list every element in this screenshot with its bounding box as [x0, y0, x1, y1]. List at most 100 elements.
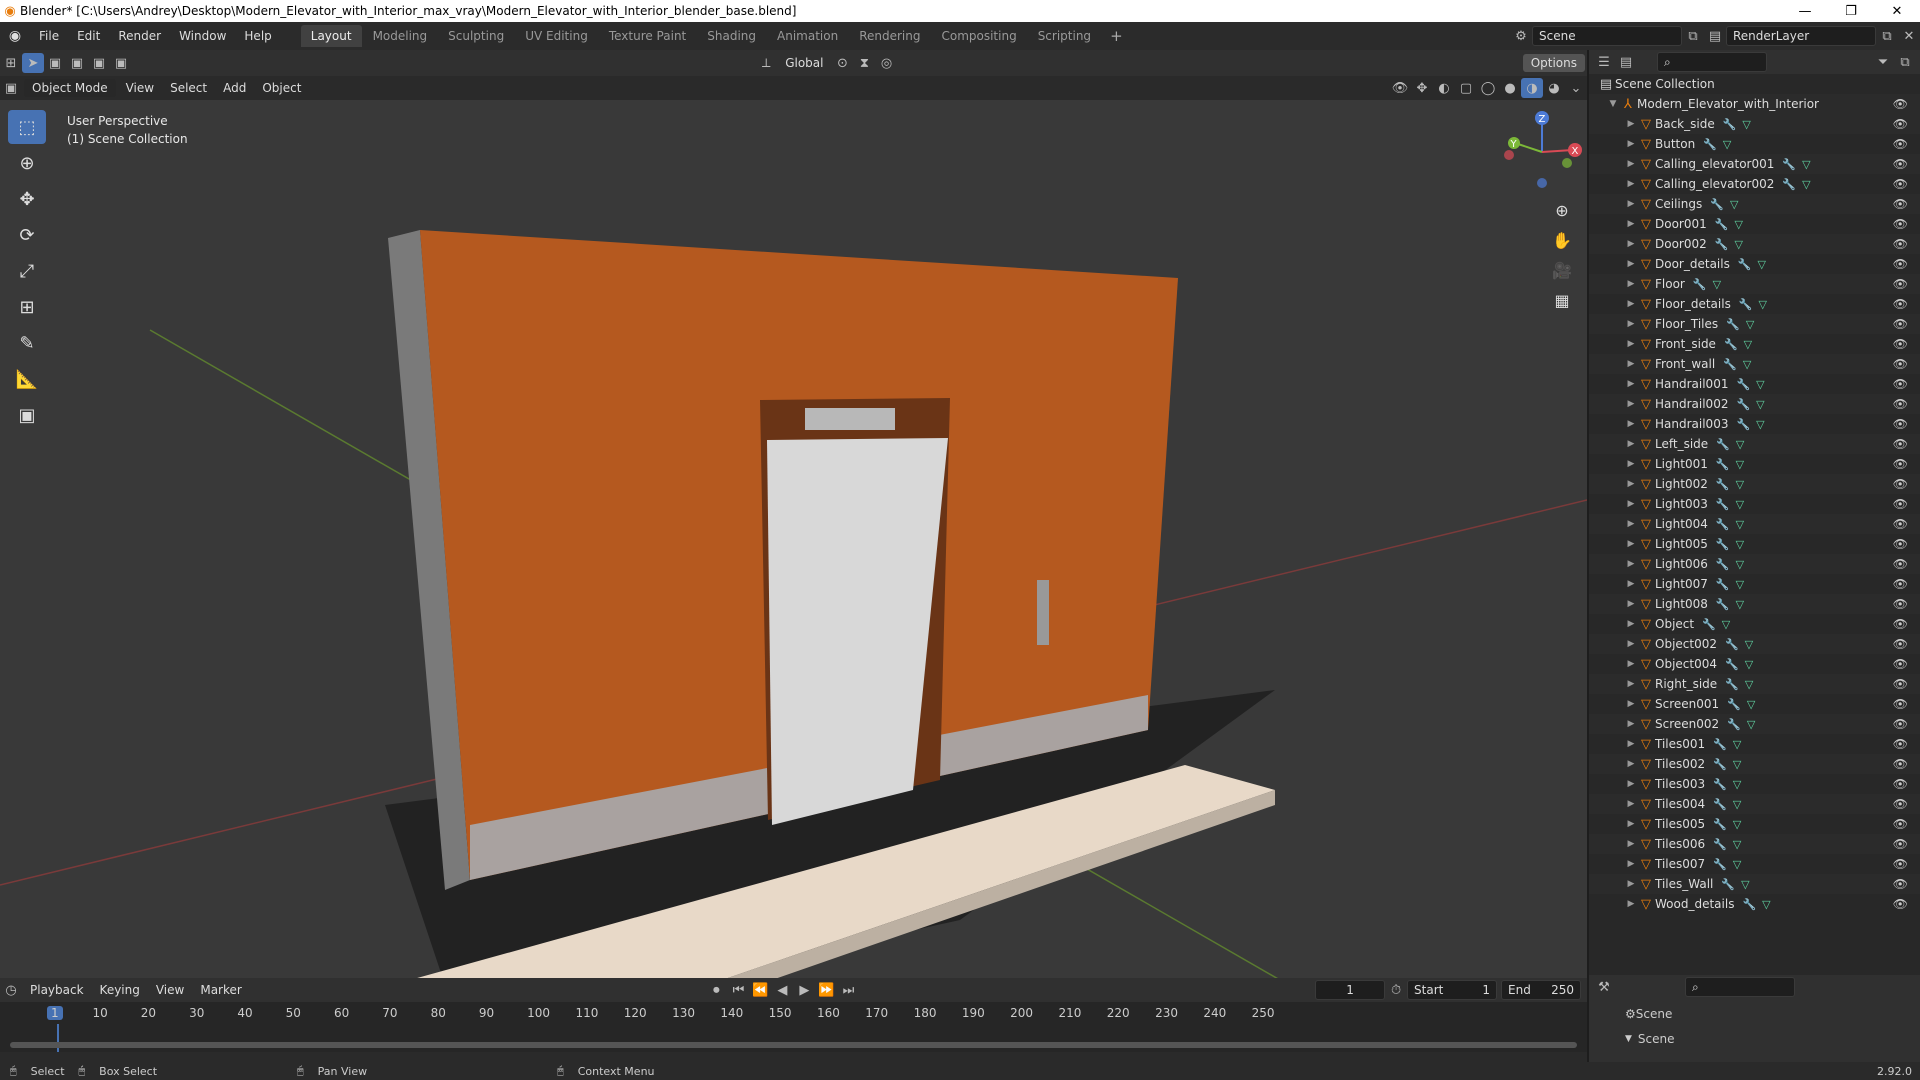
outliner-item[interactable]: ▶ ▽ Tiles007 🔧 ▽ 👁 — [1589, 854, 1920, 874]
record-icon[interactable]: ⏺ — [705, 980, 727, 1000]
options-dropdown[interactable]: Options — [1522, 54, 1585, 72]
zoom-icon[interactable]: ⊕ — [1547, 195, 1577, 225]
expand-icon[interactable]: ▶ — [1625, 419, 1637, 429]
mesh-data-icon[interactable]: ▽ — [1744, 338, 1752, 351]
tab-texture-paint[interactable]: Texture Paint — [599, 25, 696, 47]
mesh-data-icon[interactable]: ▽ — [1756, 398, 1764, 411]
menu-edit[interactable]: Edit — [68, 29, 109, 43]
modifier-icon[interactable]: 🔧 — [1710, 198, 1724, 211]
mesh-data-icon[interactable]: ▽ — [1733, 838, 1741, 851]
visibility-icon[interactable]: 👁 — [1389, 78, 1411, 98]
modifier-icon[interactable]: 🔧 — [1716, 558, 1730, 571]
tab-rendering[interactable]: Rendering — [849, 25, 930, 47]
modifier-icon[interactable]: 🔧 — [1716, 498, 1730, 511]
modifier-icon[interactable]: 🔧 — [1724, 338, 1738, 351]
expand-icon[interactable]: ▶ — [1625, 139, 1637, 149]
mesh-data-icon[interactable]: ▽ — [1736, 498, 1744, 511]
modifier-icon[interactable]: 🔧 — [1715, 238, 1729, 251]
jump-start-icon[interactable]: ⏮ — [727, 980, 749, 1000]
eye-icon[interactable]: 👁 — [1893, 177, 1908, 191]
outliner-item[interactable]: ▶ ▽ Floor_Tiles 🔧 ▽ 👁 — [1589, 314, 1920, 334]
wireframe-shading-icon[interactable]: ◯ — [1477, 78, 1499, 98]
modifier-icon[interactable]: 🔧 — [1713, 738, 1727, 751]
expand-icon[interactable]: ▶ — [1625, 199, 1637, 209]
shading-options-icon[interactable]: ⌄ — [1565, 78, 1587, 98]
playhead[interactable]: 1 — [47, 1006, 63, 1020]
scene-icon[interactable]: ⚙ — [1510, 26, 1532, 46]
measure-tool-icon[interactable]: 📐 — [8, 362, 46, 396]
eye-icon[interactable]: 👁 — [1893, 537, 1908, 551]
expand-icon[interactable]: ▶ — [1625, 739, 1637, 749]
expand-icon[interactable]: ▶ — [1625, 879, 1637, 889]
mesh-data-icon[interactable]: ▽ — [1746, 318, 1754, 331]
eye-icon[interactable]: 👁 — [1893, 677, 1908, 691]
outliner-item[interactable]: ▶ ▽ Light008 🔧 ▽ 👁 — [1589, 594, 1920, 614]
outliner-item[interactable]: ▶ ▽ Light002 🔧 ▽ 👁 — [1589, 474, 1920, 494]
mesh-data-icon[interactable]: ▽ — [1722, 618, 1730, 631]
outliner-item[interactable]: ▶ ▽ Tiles002 🔧 ▽ 👁 — [1589, 754, 1920, 774]
eye-icon[interactable]: 👁 — [1893, 797, 1908, 811]
expand-icon[interactable]: ▶ — [1625, 379, 1637, 389]
ortho-grid-icon[interactable]: ▦ — [1547, 285, 1577, 315]
expand-icon[interactable]: ▶ — [1625, 519, 1637, 529]
modifier-icon[interactable]: 🔧 — [1742, 898, 1756, 911]
eye-icon[interactable]: 👁 — [1893, 637, 1908, 651]
menu-object[interactable]: Object — [254, 81, 309, 95]
menu-help[interactable]: Help — [235, 29, 280, 43]
modifier-icon[interactable]: 🔧 — [1736, 398, 1750, 411]
expand-icon[interactable]: ▶ — [1625, 119, 1637, 129]
collapse-icon[interactable]: ▼ — [1625, 1034, 1632, 1044]
outliner-item[interactable]: ▶ ▽ Button 🔧 ▽ 👁 — [1589, 134, 1920, 154]
outliner-item[interactable]: ▶ ▽ Wood_details 🔧 ▽ 👁 — [1589, 894, 1920, 914]
proportional-edit-icon[interactable]: ◎ — [875, 53, 897, 73]
pivot-icon[interactable]: ⊙ — [831, 53, 853, 73]
expand-icon[interactable]: ▶ — [1625, 759, 1637, 769]
mesh-data-icon[interactable]: ▽ — [1733, 738, 1741, 751]
modifier-icon[interactable]: 🔧 — [1716, 578, 1730, 591]
navigation-gizmo[interactable]: Z X Y — [1495, 105, 1590, 200]
eye-icon[interactable]: 👁 — [1893, 737, 1908, 751]
modifier-icon[interactable]: 🔧 — [1782, 178, 1796, 191]
outliner-item[interactable]: ▶ ▽ Light001 🔧 ▽ 👁 — [1589, 454, 1920, 474]
add-workspace-icon[interactable]: + — [1102, 27, 1131, 45]
mesh-data-icon[interactable]: ▽ — [1713, 278, 1721, 291]
timeline-track[interactable] — [0, 1024, 1587, 1052]
mesh-data-icon[interactable]: ▽ — [1734, 238, 1742, 251]
eye-icon[interactable]: 👁 — [1893, 97, 1908, 111]
outliner-item[interactable]: ▶ ▽ Front_side 🔧 ▽ 👁 — [1589, 334, 1920, 354]
modifier-icon[interactable]: 🔧 — [1716, 518, 1730, 531]
mesh-data-icon[interactable]: ▽ — [1759, 298, 1767, 311]
start-frame-field[interactable]: Start 1 — [1407, 980, 1498, 1000]
mesh-data-icon[interactable]: ▽ — [1733, 858, 1741, 871]
properties-editor-icon[interactable]: ⚒ — [1593, 977, 1615, 997]
mesh-data-icon[interactable]: ▽ — [1802, 158, 1810, 171]
modifier-icon[interactable]: 🔧 — [1739, 298, 1753, 311]
outliner-item[interactable]: ▶ ▽ Tiles003 🔧 ▽ 👁 — [1589, 774, 1920, 794]
mesh-data-icon[interactable]: ▽ — [1743, 358, 1751, 371]
outliner-item[interactable]: ▶ ▽ Tiles001 🔧 ▽ 👁 — [1589, 734, 1920, 754]
eye-icon[interactable]: 👁 — [1893, 697, 1908, 711]
expand-icon[interactable]: ▶ — [1625, 619, 1637, 629]
modifier-icon[interactable]: 🔧 — [1736, 418, 1750, 431]
eye-icon[interactable]: 👁 — [1893, 397, 1908, 411]
expand-icon[interactable]: ▶ — [1625, 719, 1637, 729]
mesh-data-icon[interactable]: ▽ — [1733, 818, 1741, 831]
rotate-tool-icon[interactable]: ⟳ — [8, 218, 46, 252]
outliner-item[interactable]: ▶ ▽ Door002 🔧 ▽ 👁 — [1589, 234, 1920, 254]
expand-icon[interactable]: ▶ — [1625, 439, 1637, 449]
modifier-icon[interactable]: 🔧 — [1713, 838, 1727, 851]
outliner-item[interactable]: ▶ ▽ Back_side 🔧 ▽ 👁 — [1589, 114, 1920, 134]
scale-tool-icon[interactable]: ⤢ — [8, 254, 46, 288]
material-shading-icon[interactable]: ◑ — [1521, 78, 1543, 98]
outliner-item[interactable]: ▶ ▽ Calling_elevator002 🔧 ▽ 👁 — [1589, 174, 1920, 194]
remove-layer-icon[interactable]: ✕ — [1898, 26, 1920, 46]
eye-icon[interactable]: 👁 — [1893, 577, 1908, 591]
mesh-data-icon[interactable]: ▽ — [1736, 438, 1744, 451]
mesh-data-icon[interactable]: ▽ — [1802, 178, 1810, 191]
outliner-item[interactable]: ▶ ▽ Handrail002 🔧 ▽ 👁 — [1589, 394, 1920, 414]
3d-viewport[interactable]: User Perspective (1) Scene Collection — [0, 100, 1587, 980]
properties-scene-row[interactable]: ⚙ Scene — [1589, 999, 1920, 1029]
eye-icon[interactable]: 👁 — [1893, 417, 1908, 431]
outliner-item[interactable]: ▶ ▽ Object004 🔧 ▽ 👁 — [1589, 654, 1920, 674]
modifier-icon[interactable]: 🔧 — [1702, 618, 1716, 631]
